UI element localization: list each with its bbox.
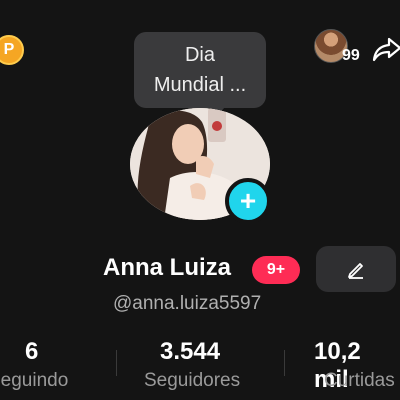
stat-followers-value: 3.544 — [160, 338, 221, 365]
coin-icon[interactable]: P — [0, 35, 24, 65]
stat-following-value: 6 — [25, 338, 39, 365]
share-icon[interactable] — [372, 34, 400, 64]
friend-count: 99 — [342, 47, 360, 64]
stat-following-label: Seguindo — [0, 370, 69, 391]
edit-pen-icon — [348, 263, 363, 279]
stat-divider — [116, 350, 117, 376]
stat-followers-label: Seguidores — [144, 370, 241, 391]
note-line-1: Dia — [184, 44, 215, 66]
stat-likes-label: Curtidas — [324, 370, 395, 391]
note-line-2: Mundial ... — [153, 74, 247, 96]
profile-handle: @anna.luiza5597 — [113, 293, 262, 314]
plus-icon: + — [239, 185, 257, 216]
profile-name: Anna Luiza — [103, 254, 232, 281]
add-profile-button[interactable]: + — [225, 178, 271, 224]
stat-divider — [284, 350, 285, 376]
note-bubble[interactable]: Dia Mundial ... — [134, 32, 266, 108]
notification-badge[interactable]: 9+ — [252, 256, 300, 284]
edit-profile-button[interactable] — [316, 246, 396, 292]
